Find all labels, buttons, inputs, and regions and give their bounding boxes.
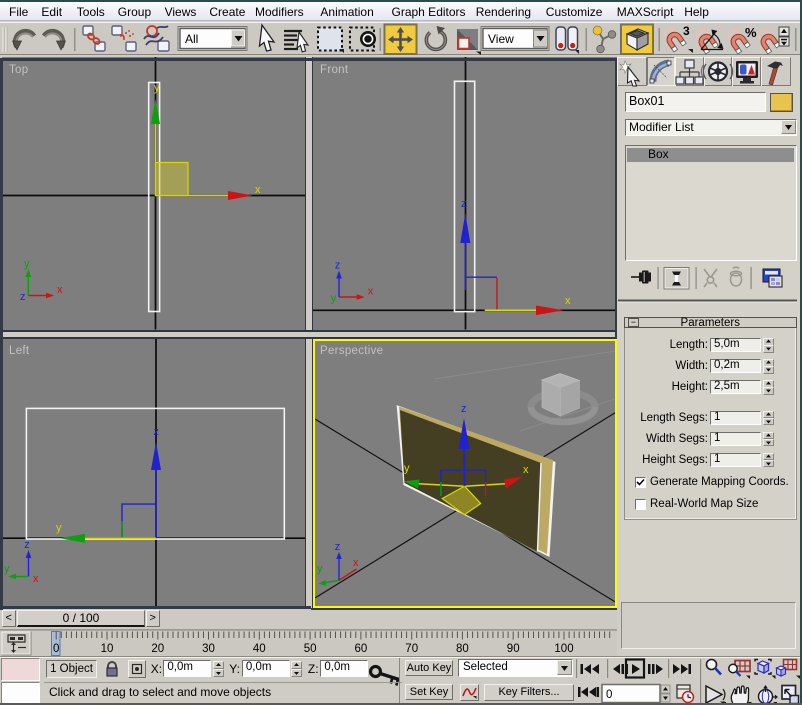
svg-text:60: 60	[355, 643, 368, 655]
svg-text:z: z	[335, 541, 341, 553]
svg-text:y: y	[4, 563, 10, 575]
svg-text:%: %	[745, 25, 757, 40]
svg-text:All: All	[185, 32, 198, 46]
svg-text:y: y	[56, 522, 62, 534]
svg-text:x: x	[353, 557, 359, 569]
svg-text:x: x	[57, 284, 63, 296]
svg-text:y: y	[317, 563, 323, 575]
svg-text:x: x	[33, 573, 39, 585]
svg-text:x: x	[565, 295, 571, 307]
svg-text:z: z	[154, 426, 160, 438]
svg-text:50: 50	[304, 643, 317, 655]
svg-text:y: y	[154, 82, 160, 94]
svg-text:3: 3	[683, 24, 690, 38]
svg-text:z: z	[24, 539, 30, 551]
svg-text:70: 70	[405, 643, 418, 655]
svg-text:z: z	[461, 198, 467, 210]
svg-text:80: 80	[456, 643, 469, 655]
svg-text:100: 100	[554, 643, 573, 655]
svg-text:90: 90	[507, 643, 520, 655]
svg-text:30: 30	[202, 643, 215, 655]
svg-text:y: y	[24, 258, 30, 270]
svg-text:20: 20	[151, 643, 164, 655]
svg-text:z: z	[20, 291, 26, 303]
svg-text:x: x	[523, 463, 529, 475]
svg-text:View: View	[488, 32, 514, 46]
svg-text:z: z	[461, 403, 467, 415]
svg-text:0: 0	[53, 643, 59, 655]
svg-text:y: y	[404, 462, 410, 474]
svg-text:x: x	[368, 286, 374, 298]
svg-text:y: y	[331, 293, 337, 305]
svg-text:0: 0	[606, 689, 612, 701]
svg-text:z: z	[335, 260, 341, 272]
svg-text:x: x	[255, 184, 261, 196]
svg-text:40: 40	[253, 643, 266, 655]
svg-text:10: 10	[101, 643, 114, 655]
